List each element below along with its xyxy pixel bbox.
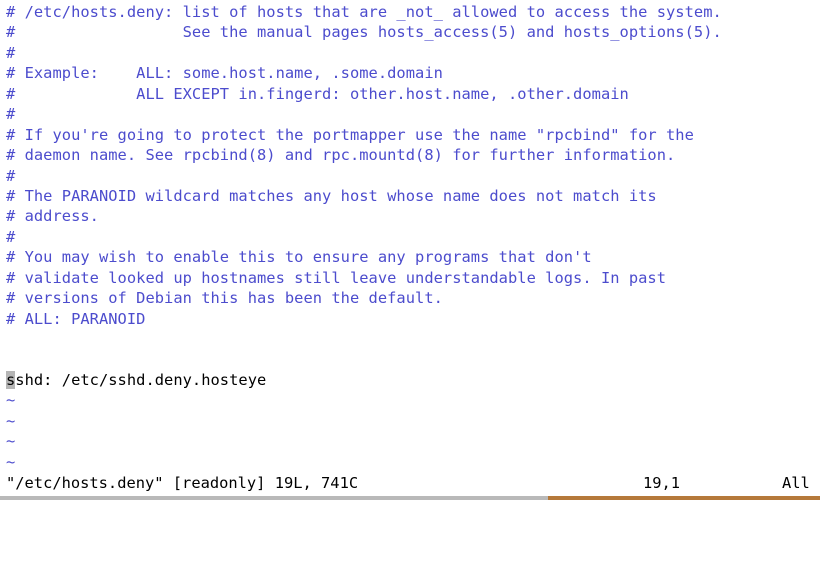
buffer-line: # You may wish to enable this to ensure … [6,248,592,267]
status-cursor-position: 19,1 [643,474,681,492]
buffer-line-blank [6,329,820,349]
empty-line-marker: ~ [6,452,16,471]
buffer-line: # daemon name. See rpcbind(8) and rpc.mo… [6,146,676,165]
buffer-line: # ALL EXCEPT in.fingerd: other.host.name… [6,84,629,103]
empty-line-marker: ~ [6,432,16,451]
empty-line-marker: ~ [6,411,16,430]
bottom-rule-right-segment [548,496,820,500]
buffer-line: # [6,166,16,185]
buffer-line: # [6,105,16,124]
bottom-rule [0,496,820,500]
bottom-rule-left-segment [0,496,548,500]
status-filename: "/etc/hosts.deny" [readonly] 19L, 741C [6,474,359,492]
text-buffer[interactable]: # /etc/hosts.deny: list of hosts that ar… [6,2,820,472]
status-scroll-percent: All [782,474,810,492]
buffer-line: # ALL: PARANOID [6,309,146,328]
buffer-line: # [6,227,16,246]
buffer-line: # The PARANOID wildcard matches any host… [6,186,657,205]
buffer-line: # [6,43,16,62]
vim-editor[interactable]: # /etc/hosts.deny: list of hosts that ar… [0,0,820,500]
buffer-line: # validate looked up hostnames still lea… [6,268,667,287]
buffer-line: # See the manual pages hosts_access(5) a… [6,23,722,42]
buffer-line: # If you're going to protect the portmap… [6,125,694,144]
cursor-block: s [6,370,16,389]
buffer-line-blank [6,349,820,369]
buffer-line: # address. [6,207,99,226]
buffer-line-text: shd: /etc/sshd.deny.hosteye [15,370,267,389]
buffer-line: # /etc/hosts.deny: list of hosts that ar… [6,3,722,21]
buffer-line: # Example: ALL: some.host.name, .some.do… [6,64,443,83]
status-line: "/etc/hosts.deny" [readonly] 19L, 741C 1… [0,472,820,494]
empty-line-marker: ~ [6,391,16,410]
buffer-line-active: sshd: /etc/sshd.deny.hosteye [6,370,820,390]
buffer-line: # versions of Debian this has been the d… [6,289,443,308]
